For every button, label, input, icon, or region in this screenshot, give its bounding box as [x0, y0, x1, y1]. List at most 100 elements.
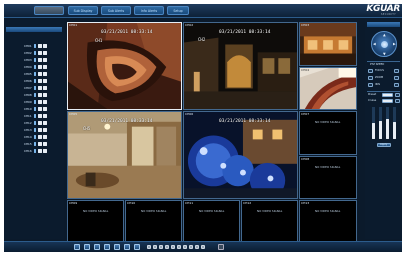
- playback-icon[interactable]: [38, 107, 42, 111]
- record-icon[interactable]: [43, 51, 47, 55]
- camera-cell-ch09[interactable]: CH09 NO VIDEO SIGNAL: [67, 200, 124, 243]
- menu-item-setup[interactable]: Setup: [167, 6, 189, 15]
- channel-list-item[interactable]: CH06: [24, 78, 62, 84]
- camera-cell-ch13[interactable]: CH13 NO VIDEO SIGNAL: [299, 200, 357, 243]
- channel-3-icon[interactable]: [159, 245, 163, 249]
- channel-list-item[interactable]: CH03: [24, 57, 62, 63]
- record-icon[interactable]: [84, 244, 90, 250]
- zoom-minus-button[interactable]: [368, 76, 373, 80]
- ptz-direction-pad[interactable]: ▲ ▼ ◀ ▶: [371, 31, 397, 57]
- mute-icon[interactable]: [104, 244, 110, 250]
- channel-2-icon[interactable]: [153, 245, 157, 249]
- playback-icon[interactable]: [38, 135, 42, 139]
- ptz-right-icon[interactable]: ▶: [393, 42, 396, 46]
- ptz-down-icon[interactable]: ▼: [383, 52, 386, 56]
- record-icon[interactable]: [43, 107, 47, 111]
- camera-cell-ch01[interactable]: CH01 03/21/2011 08:33:14 CH1: [67, 22, 182, 110]
- playback-icon[interactable]: [38, 79, 42, 83]
- playback-icon[interactable]: [38, 149, 42, 153]
- record-icon[interactable]: [43, 86, 47, 90]
- record-icon[interactable]: [43, 72, 47, 76]
- channel-list-item[interactable]: CH07: [24, 85, 62, 91]
- channel-10-icon[interactable]: [201, 245, 205, 249]
- record-icon[interactable]: [43, 58, 47, 62]
- record-icon[interactable]: [43, 149, 47, 153]
- record-icon[interactable]: [43, 142, 47, 146]
- channel-9-icon[interactable]: [195, 245, 199, 249]
- playback-icon[interactable]: [38, 65, 42, 69]
- playback-icon[interactable]: [38, 86, 42, 90]
- channel-list-item[interactable]: CH08: [24, 92, 62, 98]
- camera-cell-ch12[interactable]: CH12 NO VIDEO SIGNAL: [241, 200, 298, 243]
- snapshot-icon[interactable]: [94, 244, 100, 250]
- record-icon[interactable]: [43, 44, 47, 48]
- layout-1-icon[interactable]: [114, 244, 120, 250]
- cruise-go-button[interactable]: [395, 99, 400, 103]
- menu-item-sub-display[interactable]: Sub Display: [68, 6, 98, 15]
- record-icon[interactable]: [43, 121, 47, 125]
- preset-go-button[interactable]: [395, 93, 400, 97]
- zoom-plus-button[interactable]: [394, 76, 399, 80]
- ptz-center-button[interactable]: [381, 41, 388, 48]
- channel-list-item[interactable]: CH13: [24, 127, 62, 133]
- layout-9-icon[interactable]: [134, 244, 140, 250]
- channel-list-item[interactable]: CH11: [24, 113, 62, 119]
- playback-icon[interactable]: [38, 114, 42, 118]
- channel-list-item[interactable]: CH14: [24, 134, 62, 140]
- camera-cell-ch07[interactable]: CH07 NO VIDEO SIGNAL: [299, 111, 357, 155]
- record-icon[interactable]: [43, 65, 47, 69]
- channel-list-item[interactable]: CH16: [24, 148, 62, 154]
- camera-cell-ch11[interactable]: CH11 NO VIDEO SIGNAL: [183, 200, 240, 243]
- menu-item-sub-alerts[interactable]: Sub Alerts: [101, 6, 131, 15]
- camera-cell-ch05[interactable]: CH05 03/21/2011 08:33:14 CH5: [67, 111, 182, 199]
- layout-4-icon[interactable]: [124, 244, 130, 250]
- channel-list-item[interactable]: CH12: [24, 120, 62, 126]
- playback-icon[interactable]: [38, 58, 42, 62]
- record-icon[interactable]: [43, 79, 47, 83]
- playback-icon[interactable]: [38, 142, 42, 146]
- channel-list-item[interactable]: CH09: [24, 99, 62, 105]
- channel-list-item[interactable]: CH10: [24, 106, 62, 112]
- channel-list-item[interactable]: CH01: [24, 43, 62, 49]
- iris-minus-button[interactable]: [368, 83, 373, 87]
- playback-icon[interactable]: [38, 100, 42, 104]
- channel-5-icon[interactable]: [171, 245, 175, 249]
- record-icon[interactable]: [43, 100, 47, 104]
- camera-cell-ch10[interactable]: CH10 NO VIDEO SIGNAL: [125, 200, 182, 243]
- camera-cell-ch06[interactable]: CH06 03/21/2011 08:33:14: [183, 111, 298, 199]
- play-icon[interactable]: [74, 244, 80, 250]
- ptz-up-icon[interactable]: ▲: [383, 33, 386, 37]
- ptz-left-icon[interactable]: ◀: [373, 42, 376, 46]
- channel-1-icon[interactable]: [147, 245, 151, 249]
- camera-cell-ch08[interactable]: CH08 NO VIDEO SIGNAL: [299, 156, 357, 199]
- channel-list-item[interactable]: CH05: [24, 71, 62, 77]
- channel-list-item[interactable]: CH15: [24, 141, 62, 147]
- channel-8-icon[interactable]: [189, 245, 193, 249]
- focus-plus-button[interactable]: [394, 69, 399, 73]
- channel-6-icon[interactable]: [177, 245, 181, 249]
- fullscreen-icon[interactable]: [218, 244, 224, 250]
- focus-minus-button[interactable]: [368, 69, 373, 73]
- record-icon[interactable]: [43, 128, 47, 132]
- cruise-input[interactable]: [382, 99, 393, 103]
- record-icon[interactable]: [43, 93, 47, 97]
- playback-icon[interactable]: [38, 72, 42, 76]
- channel-4-icon[interactable]: [165, 245, 169, 249]
- playback-icon[interactable]: [38, 128, 42, 132]
- menu-item-info-alerts[interactable]: Info Alerts: [134, 6, 164, 15]
- camera-cell-ch04[interactable]: CH04: [299, 67, 357, 110]
- record-icon[interactable]: [43, 114, 47, 118]
- playback-icon[interactable]: [38, 93, 42, 97]
- channel-7-icon[interactable]: [183, 245, 187, 249]
- playback-icon[interactable]: [38, 44, 42, 48]
- record-icon[interactable]: [43, 135, 47, 139]
- channel-list-item[interactable]: CH02: [24, 50, 62, 56]
- preset-input[interactable]: [382, 93, 393, 97]
- apply-button[interactable]: Apply: [377, 143, 391, 147]
- playback-icon[interactable]: [38, 121, 42, 125]
- menu-item-live[interactable]: [34, 6, 64, 15]
- camera-cell-ch02[interactable]: CH02 03/21/2011 08:33:14 CH2: [183, 22, 298, 110]
- camera-cell-ch03[interactable]: CH03: [299, 22, 357, 66]
- playback-icon[interactable]: [38, 51, 42, 55]
- iris-plus-button[interactable]: [394, 83, 399, 87]
